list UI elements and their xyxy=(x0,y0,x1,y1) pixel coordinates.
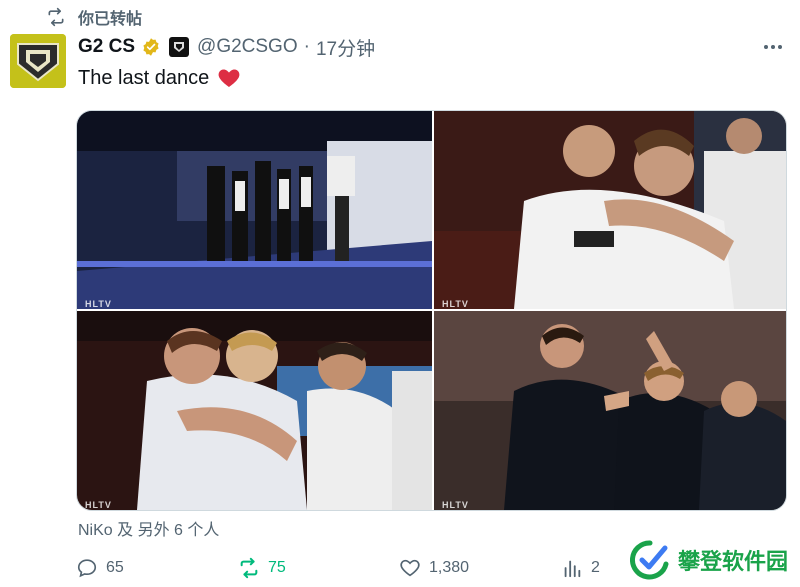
photo-watermark: HLTV xyxy=(442,299,469,309)
affiliate-badge-icon[interactable] xyxy=(169,37,190,57)
retweet-label: 你已转帖 xyxy=(78,11,143,28)
avatar[interactable] xyxy=(10,34,66,88)
views-button[interactable]: 2 xyxy=(561,557,600,579)
separator: · xyxy=(303,36,310,57)
photo-1[interactable]: HLTV xyxy=(77,111,432,309)
photo-3[interactable]: HLTV xyxy=(77,311,432,510)
like-button[interactable]: 1,380 xyxy=(399,557,469,579)
photo-2[interactable]: HLTV xyxy=(434,111,786,309)
photo-watermark: HLTV xyxy=(85,299,112,309)
views-icon xyxy=(564,560,581,578)
photo-4[interactable]: HLTV xyxy=(434,311,786,510)
tweet-header: G2 CS @G2CSGO · 17分钟 xyxy=(78,34,375,60)
site-watermark: 攀登软件园 xyxy=(629,540,788,580)
g2-logo xyxy=(10,34,66,88)
tweet-text: The last dance xyxy=(78,66,241,90)
reply-button[interactable]: 65 xyxy=(76,557,124,579)
photo-watermark: HLTV xyxy=(85,500,112,510)
retweet-icon xyxy=(48,7,64,27)
site-watermark-text: 攀登软件园 xyxy=(677,549,788,574)
retweet-icon xyxy=(240,557,258,579)
retweet-indicator: 你已转帖 xyxy=(46,6,142,28)
tagged-people[interactable]: NiKo 及 另外 6 个人 xyxy=(78,516,219,540)
like-count: 1,380 xyxy=(429,559,470,576)
reply-icon xyxy=(77,559,97,578)
tweet-body: The last dance xyxy=(78,66,210,89)
author-handle[interactable]: @G2CSGO xyxy=(197,36,298,58)
retweet-count: 75 xyxy=(268,559,286,576)
author-name[interactable]: G2 CS xyxy=(78,36,135,58)
views-count: 2 xyxy=(591,559,600,576)
timestamp[interactable]: 17分钟 xyxy=(316,34,375,61)
media-grid: HLTV HLTV HLTV HLTV xyxy=(76,110,787,511)
site-logo-icon xyxy=(629,540,669,580)
reply-count: 65 xyxy=(106,559,124,576)
red-heart-emoji-icon xyxy=(218,69,240,87)
photo-watermark: HLTV xyxy=(442,500,469,510)
retweet-button[interactable]: 75 xyxy=(238,557,286,579)
verified-badge-icon xyxy=(143,38,159,56)
more-options-icon[interactable] xyxy=(760,38,786,56)
heart-icon xyxy=(400,559,420,577)
